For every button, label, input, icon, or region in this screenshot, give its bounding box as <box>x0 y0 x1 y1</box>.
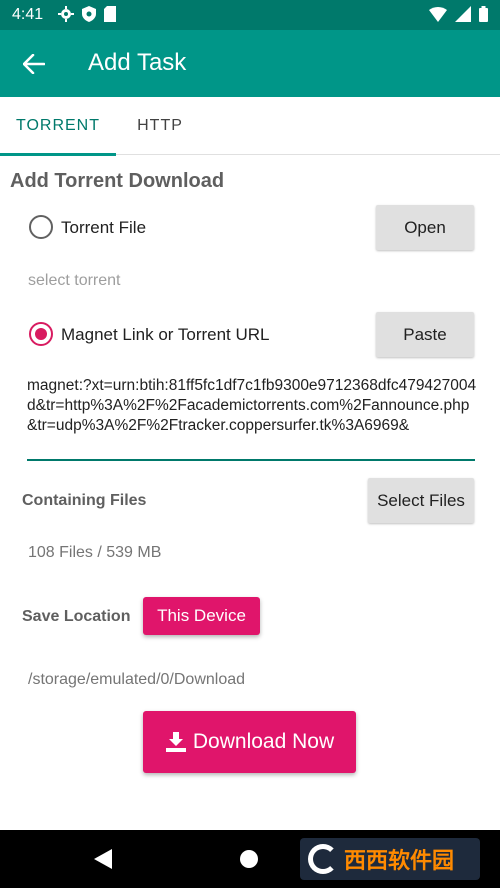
select-files-button[interactable]: Select Files <box>368 478 474 523</box>
download-icon <box>165 732 186 752</box>
magnet-link-label: Magnet Link or Torrent URL <box>61 325 270 344</box>
watermark: 西西软件园 <box>300 838 480 880</box>
input-underline <box>27 459 475 461</box>
torrent-file-label: Torrent File <box>61 218 147 237</box>
status-time: 4:41 <box>12 6 44 23</box>
wifi-icon <box>429 7 447 22</box>
magnet-link-radio[interactable] <box>29 322 53 346</box>
watermark-logo-icon <box>308 844 338 874</box>
tab-indicator <box>0 153 116 156</box>
shield-icon <box>82 6 96 22</box>
paste-button[interactable]: Paste <box>376 312 474 357</box>
this-device-button[interactable]: This Device <box>143 597 260 635</box>
status-bar: 4:41 <box>0 0 500 30</box>
gear-icon <box>58 6 74 22</box>
containing-files-label: Containing Files <box>22 492 147 509</box>
app-bar: Add Task <box>0 30 500 97</box>
battery-icon <box>479 6 488 22</box>
download-now-button[interactable]: Download Now <box>143 711 356 773</box>
back-button[interactable] <box>18 48 50 80</box>
tab-http[interactable]: HTTP <box>116 97 204 155</box>
select-torrent-hint: select torrent <box>28 272 121 289</box>
tab-bar: TORRENT HTTP <box>0 97 500 155</box>
watermark-text: 西西软件园 <box>344 849 455 874</box>
nav-home-icon[interactable] <box>240 850 258 868</box>
torrent-file-radio[interactable] <box>29 215 53 239</box>
sd-card-icon <box>104 6 116 22</box>
save-location-label: Save Location <box>22 608 131 625</box>
magnet-link-input[interactable]: magnet:?xt=urn:btih:81ff5fc1df7c1fb9300e… <box>27 376 477 436</box>
arrow-back-icon <box>23 54 45 74</box>
section-title: Add Torrent Download <box>10 170 225 192</box>
page-title: Add Task <box>88 49 187 76</box>
save-path: /storage/emulated/0/Download <box>28 671 246 688</box>
open-button[interactable]: Open <box>376 205 474 250</box>
tab-torrent[interactable]: TORRENT <box>0 97 116 155</box>
download-now-label: Download Now <box>192 730 335 753</box>
signal-icon <box>455 6 471 22</box>
nav-back-icon[interactable] <box>94 849 112 869</box>
files-summary: 108 Files / 539 MB <box>28 544 162 561</box>
